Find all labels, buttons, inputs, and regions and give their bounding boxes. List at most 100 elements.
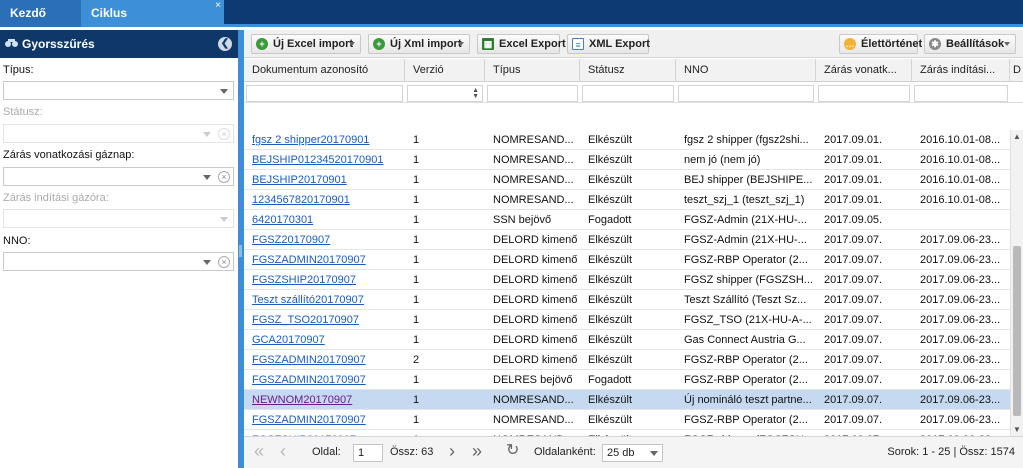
cell-document-id: FGSZADMIN20170907 — [244, 250, 405, 270]
history-label: Élettörténet — [861, 38, 923, 50]
table-row[interactable]: FGSZADMIN20170907 1 NOMRESAND... Elkészült F… — [244, 410, 1010, 430]
table-row[interactable]: FGSZ_TSO20170907 1 DELORD kimenő Elkészült F… — [244, 310, 1010, 330]
new-xml-import-button[interactable]: + Új Xml import — [368, 34, 470, 54]
splitter-grip[interactable] — [239, 245, 242, 257]
cell-closing-ref: 2017.09.07. — [824, 294, 883, 306]
table-row[interactable]: BEJSHIP01234520170901 1 NOMRESAND... Elkész… — [244, 150, 1010, 170]
settings-label: Beállítások — [946, 38, 1005, 50]
document-link[interactable]: FGSZADMIN20170907 — [252, 414, 366, 426]
document-link[interactable]: FGSZADMIN20170907 — [252, 254, 366, 266]
table-row[interactable]: FGSZ20170907 1 DELORD kimenő Elkészült FGSZ-… — [244, 230, 1010, 250]
document-link[interactable]: GCA20170907 — [252, 334, 325, 346]
table-row[interactable]: NEWNOM20170907 1 NOMRESAND... Elkészült Új n… — [244, 390, 1010, 410]
settings-button[interactable]: ✱ Beállítások — [924, 34, 1016, 54]
col-header-version[interactable]: Verzió — [405, 59, 485, 82]
filter-cell-status[interactable] — [582, 85, 674, 102]
filter-cell-version[interactable]: ▲ ▼ — [407, 85, 483, 102]
table-row[interactable]: 6420170301 1 SSN bejövő Fogadott FGSZ-Admin … — [244, 210, 1010, 230]
prev-page-icon[interactable]: ‹ — [280, 441, 286, 461]
document-link[interactable]: 6420170301 — [252, 214, 313, 226]
document-link[interactable]: FGSZADMIN20170907 — [252, 354, 366, 366]
scroll-up-icon[interactable]: ▲ — [1013, 132, 1021, 141]
excel-export-label: Excel Export — [499, 38, 566, 50]
cell-status: Elkészült — [588, 314, 633, 326]
col-header-status[interactable]: Státusz — [580, 59, 676, 82]
tab-close-icon[interactable]: × — [215, 0, 221, 19]
first-page-icon[interactable]: « — [254, 441, 264, 461]
filter-closing-start-select — [3, 209, 234, 228]
table-row[interactable]: BEJSHIP20170901 1 NOMRESAND... Elkészült BEJ… — [244, 170, 1010, 190]
table-row[interactable]: fgsz 2 shipper20170901 1 NOMRESAND... Elkés… — [244, 130, 1010, 150]
table-row[interactable]: FGSZSHIP20170907 1 DELORD kimenő Elkészült F… — [244, 270, 1010, 290]
filter-cell-type[interactable] — [487, 85, 578, 102]
cell-nno: Gas Connect Austria G... — [684, 334, 806, 346]
filter-cell-nno[interactable] — [678, 85, 814, 102]
document-link[interactable]: BEJSHIP20170901 — [252, 174, 347, 186]
vertical-scrollbar[interactable]: ▲ ▼ — [1010, 130, 1023, 436]
filter-type-select[interactable] — [3, 81, 234, 100]
filter-cell-closing-start[interactable] — [914, 85, 1008, 102]
cell-closing-start: 2017.09.06-23... — [920, 294, 1001, 306]
spinner-icon[interactable]: ▲ ▼ — [472, 87, 479, 100]
filter-nno-select[interactable]: × — [3, 252, 234, 271]
tab-home[interactable]: Kezdő oldal — [0, 0, 81, 46]
new-excel-import-button[interactable]: + Új Excel import — [251, 34, 361, 54]
document-link[interactable]: 1234567820170901 — [252, 194, 350, 206]
document-link[interactable]: FGSZADMIN20170907 — [252, 374, 366, 386]
col-header-document-id[interactable]: Dokumentum azonosító — [244, 59, 405, 82]
filter-row: ▲ ▼ — [244, 83, 1023, 103]
new-excel-import-label: Új Excel import — [273, 38, 354, 50]
cell-status: Elkészült — [588, 194, 633, 206]
excel-export-button[interactable]: ▦ Excel Export — [477, 34, 566, 54]
table-row[interactable]: FGSZADMIN20170907 1 DELORD kimenő Elkészült… — [244, 250, 1010, 270]
spreadsheet-icon: ▦ — [482, 38, 494, 50]
next-page-icon[interactable]: › — [449, 441, 455, 461]
table-row[interactable]: 1234567820170901 1 NOMRESAND... Elkészült te… — [244, 190, 1010, 210]
cell-version: 1 — [413, 394, 420, 406]
refresh-icon[interactable]: ↻ — [506, 441, 519, 461]
filter-closing-gasday-select[interactable]: × — [3, 167, 234, 186]
cell-version: 1 — [413, 314, 420, 326]
clear-icon[interactable]: × — [218, 171, 230, 183]
document-link[interactable]: Teszt szállító20170907 — [252, 294, 364, 306]
cell-document-id: GCA20170907 — [244, 330, 405, 350]
col-header-d[interactable]: D — [1010, 59, 1023, 82]
document-link[interactable]: fgsz 2 shipper20170901 — [252, 134, 369, 146]
document-link[interactable]: FGSZ_TSO20170907 — [252, 314, 359, 326]
collapse-left-icon[interactable]: ❮ — [218, 37, 232, 51]
last-page-icon[interactable]: » — [472, 441, 482, 461]
cell-closing-ref: 2017.09.01. — [824, 194, 883, 206]
cell-closing-ref: 2017.09.07. — [824, 414, 883, 426]
document-link[interactable]: FGSZ20170907 — [252, 234, 330, 246]
filter-cell-document-id[interactable] — [246, 85, 403, 102]
cell-status: Elkészült — [588, 394, 633, 406]
cell-type: NOMRESAND... — [493, 134, 574, 146]
cell-type: DELORD kimenő — [493, 294, 578, 306]
cell-type: DELORD kimenő — [493, 334, 578, 346]
cell-closing-start: 2017.09.06-23... — [920, 234, 1001, 246]
cell-closing-start: 2016.10.01-08... — [920, 194, 1001, 206]
col-header-closing-ref[interactable]: Zárás vonatk... — [816, 59, 912, 82]
document-link[interactable]: BEJSHIP01234520170901 — [252, 154, 384, 166]
col-header-type[interactable]: Típus — [485, 59, 580, 82]
page-input[interactable]: 1 — [353, 444, 383, 462]
cell-document-id: Teszt szállító20170907 — [244, 290, 405, 310]
col-header-nno[interactable]: NNO — [676, 59, 816, 82]
filter-cell-closing-ref[interactable] — [818, 85, 910, 102]
table-row[interactable]: FGSZADMIN20170907 2 DELORD kimenő Elkészült… — [244, 350, 1010, 370]
history-button[interactable]: … Élettörténet — [839, 34, 922, 54]
table-row[interactable]: GCA20170907 1 DELORD kimenő Elkészült Gas Co… — [244, 330, 1010, 350]
clear-icon[interactable]: × — [218, 256, 230, 268]
vertical-scroll-thumb[interactable] — [1013, 246, 1021, 416]
document-link[interactable]: FGSZSHIP20170907 — [252, 274, 356, 286]
table-row[interactable]: Teszt szállító20170907 1 DELORD kimenő Elké… — [244, 290, 1010, 310]
tab-cycle-documents[interactable]: Ciklus dokumentumok × — [81, 0, 224, 46]
table-row[interactable]: FGSZADMIN20170907 1 DELRES bejövő Fogadott F… — [244, 370, 1010, 390]
cell-version: 1 — [413, 234, 420, 246]
scroll-down-icon[interactable]: ▼ — [1013, 425, 1021, 434]
per-page-select[interactable]: 25 db — [602, 444, 663, 462]
document-link[interactable]: NEWNOM20170907 — [252, 394, 352, 406]
cell-version: 1 — [413, 134, 420, 146]
col-header-closing-start[interactable]: Zárás indítási... — [912, 59, 1010, 82]
xml-export-button[interactable]: ≡ XML Export — [567, 34, 650, 54]
